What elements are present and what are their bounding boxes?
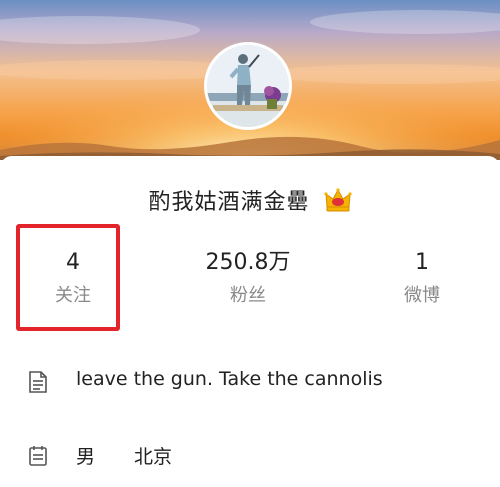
stat-followers[interactable]: 250.8万 粉丝 [193, 248, 303, 314]
profile-page: 酌我姑酒满金罍 4 关注 250.8万 粉丝 1 微博 leave the gu… [0, 0, 500, 487]
stat-posts[interactable]: 1 微博 [367, 248, 477, 314]
followers-count: 250.8万 [205, 250, 291, 275]
golfer-photo [207, 45, 289, 127]
posts-count: 1 [415, 250, 429, 275]
highlight-box [16, 224, 120, 331]
posts-label: 微博 [404, 285, 440, 306]
calendar-icon [29, 446, 47, 466]
followers-label: 粉丝 [230, 285, 266, 306]
nickname: 酌我姑酒满金罍 [148, 190, 310, 215]
document-icon [29, 371, 47, 393]
crown-icon[interactable] [323, 187, 352, 219]
avatar[interactable] [204, 42, 292, 130]
bio-text: leave the gun. Take the cannolis [76, 368, 383, 390]
nickname-row: 酌我姑酒满金罍 [0, 184, 500, 219]
gender-text: 男 [76, 446, 96, 468]
profile-card: 酌我姑酒满金罍 4 关注 250.8万 粉丝 1 微博 leave the gu… [0, 156, 500, 487]
bio-row: leave the gun. Take the cannolis [0, 362, 500, 402]
location-text: 北京 [134, 446, 173, 468]
details-row: 男 北京 [0, 436, 500, 476]
